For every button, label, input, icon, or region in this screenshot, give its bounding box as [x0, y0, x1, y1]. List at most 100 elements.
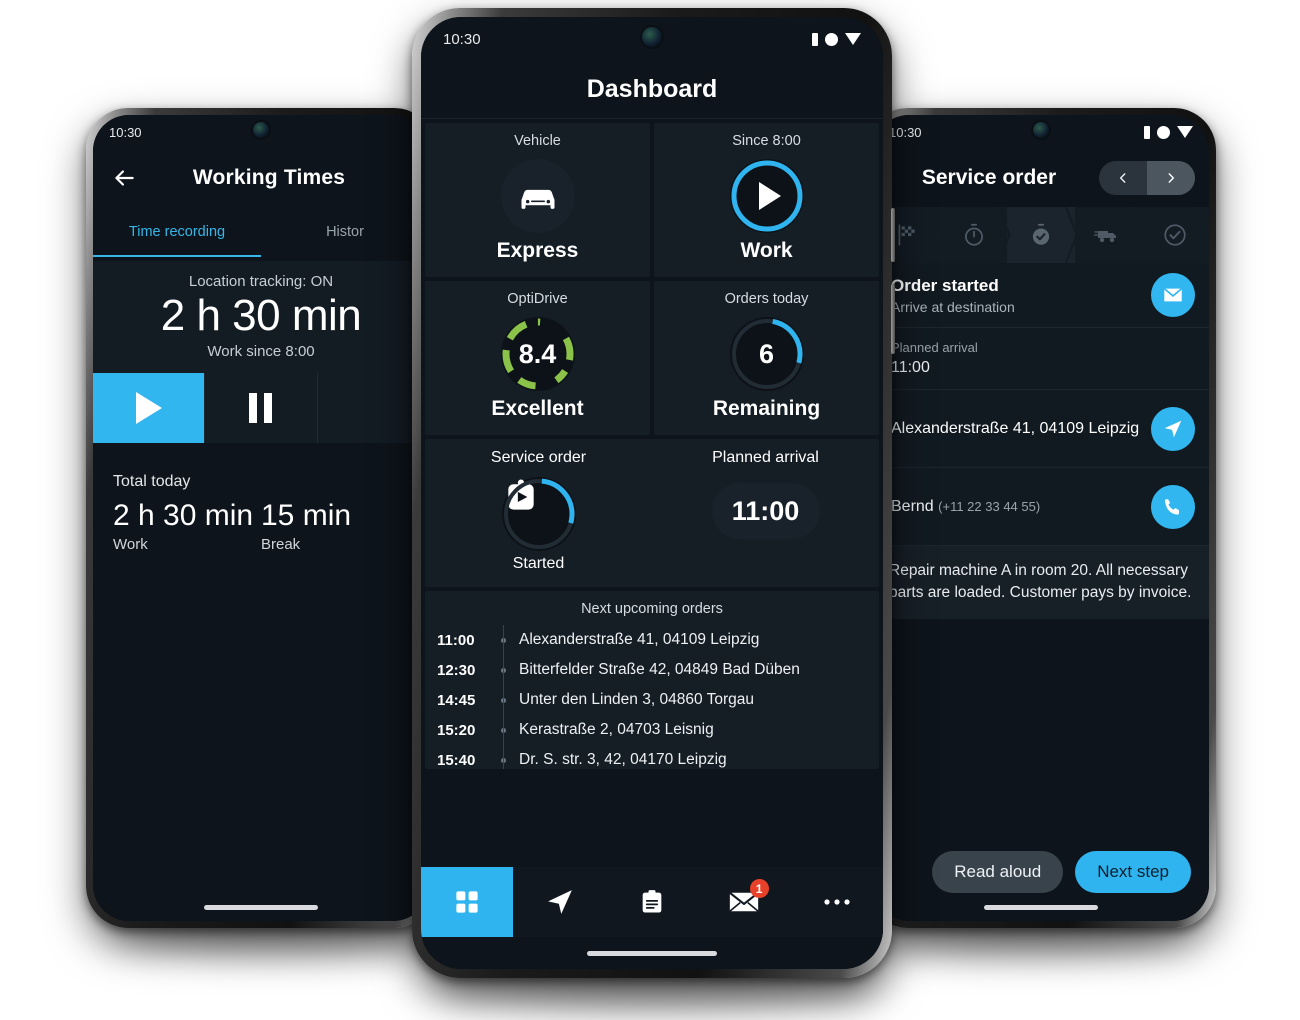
home-indicator-left — [204, 905, 318, 910]
check-circle-icon — [1164, 224, 1187, 246]
timeline-node — [493, 744, 513, 769]
navigation-arrow-icon — [1164, 420, 1182, 437]
contact-row[interactable]: Bernd (+11 22 33 44 55) — [873, 468, 1209, 546]
step-complete[interactable] — [1142, 207, 1209, 263]
planned-arrival-row[interactable]: Planned arrival 11:00 — [873, 328, 1209, 390]
total-work: 2 h 30 min Work — [113, 499, 261, 553]
nav-navigation[interactable] — [513, 867, 605, 937]
phone-right-screen: 10:30 Service order Order started Arrive… — [873, 115, 1209, 921]
timer-card: Location tracking: ON 2 h 30 min Work si… — [93, 261, 429, 443]
card-work-caption: Since 8:00 — [732, 133, 801, 149]
phone-icon — [1164, 498, 1179, 515]
phone-center-screen: 10:30 Dashboard Vehicle Express Since 8:… — [421, 17, 883, 969]
order-time: 15:40 — [437, 751, 476, 769]
card-orders-value: Remaining — [712, 397, 821, 420]
total-work-value: 2 h 30 min — [113, 499, 254, 532]
nav-messages[interactable]: 1 — [698, 867, 790, 937]
dashboard-grid-row-1: Vehicle Express Since 8:00 Work — [421, 119, 883, 277]
arrow-left-icon[interactable] — [111, 165, 137, 191]
card-service-order-dial — [501, 477, 576, 551]
list-item[interactable]: 12:30 Bitterfelder Straße 42, 04849 Bad … — [425, 654, 879, 686]
next-step-button[interactable]: Next step — [1075, 851, 1191, 893]
work-since-label: Work since 8:00 — [207, 343, 315, 360]
card-service-order-value: Started — [512, 555, 565, 572]
card-service-order-ring — [503, 478, 574, 550]
card-work-dial — [729, 159, 804, 233]
stopwatch-check-icon — [1032, 223, 1050, 245]
card-vehicle[interactable]: Vehicle Express — [425, 123, 650, 277]
list-item[interactable]: 14:45 Unter den Linden 3, 04860 Torgau — [425, 684, 879, 716]
contact-text: Bernd (+11 22 33 44 55) — [891, 498, 1151, 516]
home-indicator-center — [587, 951, 717, 956]
previous-order-button[interactable] — [1099, 161, 1147, 195]
tab-history[interactable]: Histor — [261, 207, 429, 257]
call-button[interactable] — [1151, 484, 1195, 529]
front-camera-icon — [1033, 122, 1049, 138]
action-button-bar: Read aloud Next step — [873, 851, 1209, 893]
contact-name: Bernd — [891, 497, 934, 515]
timeline-node — [493, 714, 513, 746]
nav-more[interactable] — [791, 867, 883, 937]
bottom-navigation-bar: 1 — [421, 867, 883, 937]
message-badge: 1 — [749, 879, 769, 898]
total-break: 15 min Break — [261, 499, 409, 553]
total-break-value: 15 min — [261, 499, 352, 532]
signal-icon — [812, 32, 818, 46]
next-order-button[interactable] — [1147, 161, 1195, 195]
step-truck[interactable] — [1075, 207, 1142, 263]
planned-arrival-label: Planned arrival — [891, 340, 978, 355]
car-icon — [521, 189, 554, 209]
pause-icon — [249, 393, 273, 423]
card-service-order-wide[interactable]: Service order Started Planned arrival 11… — [425, 439, 879, 587]
order-status-title: Order started — [891, 275, 999, 295]
order-address: Bitterfelder Straße 42, 04849 Bad Düben — [519, 661, 800, 678]
order-time: 15:20 — [437, 721, 476, 739]
read-aloud-button[interactable]: Read aloud — [932, 851, 1064, 893]
start-work-button[interactable] — [93, 373, 206, 443]
dashboard-title: Dashboard — [421, 61, 883, 119]
phone-center: 10:30 Dashboard Vehicle Express Since 8:… — [412, 8, 895, 978]
order-status-row[interactable]: Order started Arrive at destination — [873, 263, 1209, 328]
dot-icon — [500, 637, 506, 643]
address-row[interactable]: Alexanderstraße 41, 04109 Leipzig — [873, 390, 1209, 468]
card-service-order[interactable]: Service order Started — [425, 449, 652, 573]
upcoming-orders-card: Next upcoming orders 11:00 Alexanderstra… — [425, 591, 879, 769]
tab-active-indicator — [93, 254, 261, 257]
order-step-breadcrumb — [873, 207, 1209, 263]
card-orders-today[interactable]: Orders today 6 Remaining — [654, 281, 879, 435]
card-planned-arrival[interactable]: Planned arrival 11:00 — [652, 449, 879, 573]
navigate-button[interactable] — [1151, 406, 1195, 451]
order-time: 14:45 — [437, 691, 476, 709]
nav-dashboard[interactable] — [421, 867, 514, 937]
totals-section: Total today 2 h 30 min Work 15 min Break — [93, 443, 429, 553]
order-time: 11:00 — [437, 631, 475, 649]
dot-icon — [500, 727, 506, 733]
message-button[interactable] — [1151, 273, 1195, 317]
screenshot-root: 10:30 Working Times Time recording Histo… — [0, 0, 1300, 1020]
list-item[interactable]: 11:00 Alexanderstraße 41, 04109 Leipzig — [425, 624, 879, 656]
card-work-ring — [731, 160, 802, 232]
order-status-text: Order started Arrive at destination — [891, 276, 1151, 315]
nav-orders[interactable] — [606, 867, 698, 937]
circle-icon — [1157, 125, 1170, 139]
phone-center-volume-button[interactable] — [891, 208, 895, 262]
phone-center-power-button[interactable] — [891, 284, 895, 354]
pause-work-button[interactable] — [205, 373, 318, 443]
grid-icon — [456, 891, 478, 913]
tab-time-recording[interactable]: Time recording — [93, 207, 261, 257]
planned-arrival-value: 11:00 — [891, 359, 930, 376]
status-icons-center — [812, 32, 861, 46]
list-item[interactable]: 15:20 Kerastraße 2, 04703 Leisnig — [425, 714, 879, 746]
card-optidrive-dial: 8.4 — [500, 317, 575, 391]
card-optidrive-caption: OptiDrive — [507, 291, 568, 307]
card-work[interactable]: Since 8:00 Work — [654, 123, 879, 277]
chevron-right-icon — [1168, 173, 1175, 183]
card-optidrive[interactable]: OptiDrive 8.4 Excellent — [425, 281, 650, 435]
status-bar-left: 10:30 — [93, 115, 429, 149]
step-timer[interactable] — [940, 207, 1007, 263]
upcoming-orders-list[interactable]: 11:00 Alexanderstraße 41, 04109 Leipzig … — [425, 624, 879, 769]
list-item[interactable]: 15:40 Dr. S. str. 3, 42, 04170 Leipzig — [425, 744, 879, 769]
step-stopwatch-check[interactable] — [1007, 207, 1075, 263]
timer-controls — [93, 373, 429, 443]
app-bar-right: Service order — [873, 149, 1209, 207]
